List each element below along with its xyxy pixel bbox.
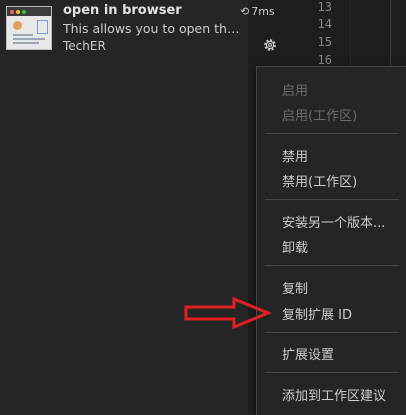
menu-item-install-another-version[interactable]: 安装另一个版本... xyxy=(282,212,385,231)
menu-separator xyxy=(265,199,399,200)
extension-context-menu: 启用 启用(工作区) 禁用 禁用(工作区) 安装另一个版本... 卸载 复制 复… xyxy=(256,66,406,415)
extension-publisher: TechER xyxy=(63,39,106,53)
extension-name: open in browser xyxy=(63,3,182,18)
line-number: 15 xyxy=(317,35,332,49)
line-number: 13 xyxy=(317,0,332,14)
annotation-arrow-icon xyxy=(184,296,272,330)
extension-icon xyxy=(6,6,52,50)
menu-separator xyxy=(265,372,399,373)
activation-time: ⟲ 7ms xyxy=(240,5,275,18)
menu-item-uninstall[interactable]: 卸载 xyxy=(282,237,308,256)
menu-item-disable[interactable]: 禁用 xyxy=(282,146,308,165)
extension-description: This allows you to open the current file… xyxy=(63,21,246,36)
menu-item-enable-workspace: 启用(工作区) xyxy=(282,109,358,124)
menu-item-copy-extension-id[interactable]: 复制扩展 ID xyxy=(282,304,352,323)
history-icon: ⟲ xyxy=(240,5,250,18)
gear-icon[interactable] xyxy=(262,37,278,53)
line-number: 14 xyxy=(317,17,332,31)
menu-item-enable: 启用 xyxy=(282,84,309,99)
extension-list-item[interactable]: open in browser ⟲ 7ms This allows you to … xyxy=(0,0,275,62)
line-number: 16 xyxy=(317,53,332,67)
menu-item-copy[interactable]: 复制 xyxy=(282,278,308,297)
activation-time-value: 7ms xyxy=(251,5,275,18)
menu-separator xyxy=(265,332,399,333)
menu-item-extension-settings[interactable]: 扩展设置 xyxy=(282,344,334,363)
menu-separator xyxy=(265,133,399,134)
menu-item-disable-workspace[interactable]: 禁用(工作区) xyxy=(282,171,357,190)
menu-separator xyxy=(265,265,399,266)
menu-item-add-to-workspace-recommendations[interactable]: 添加到工作区建议 xyxy=(282,385,386,404)
